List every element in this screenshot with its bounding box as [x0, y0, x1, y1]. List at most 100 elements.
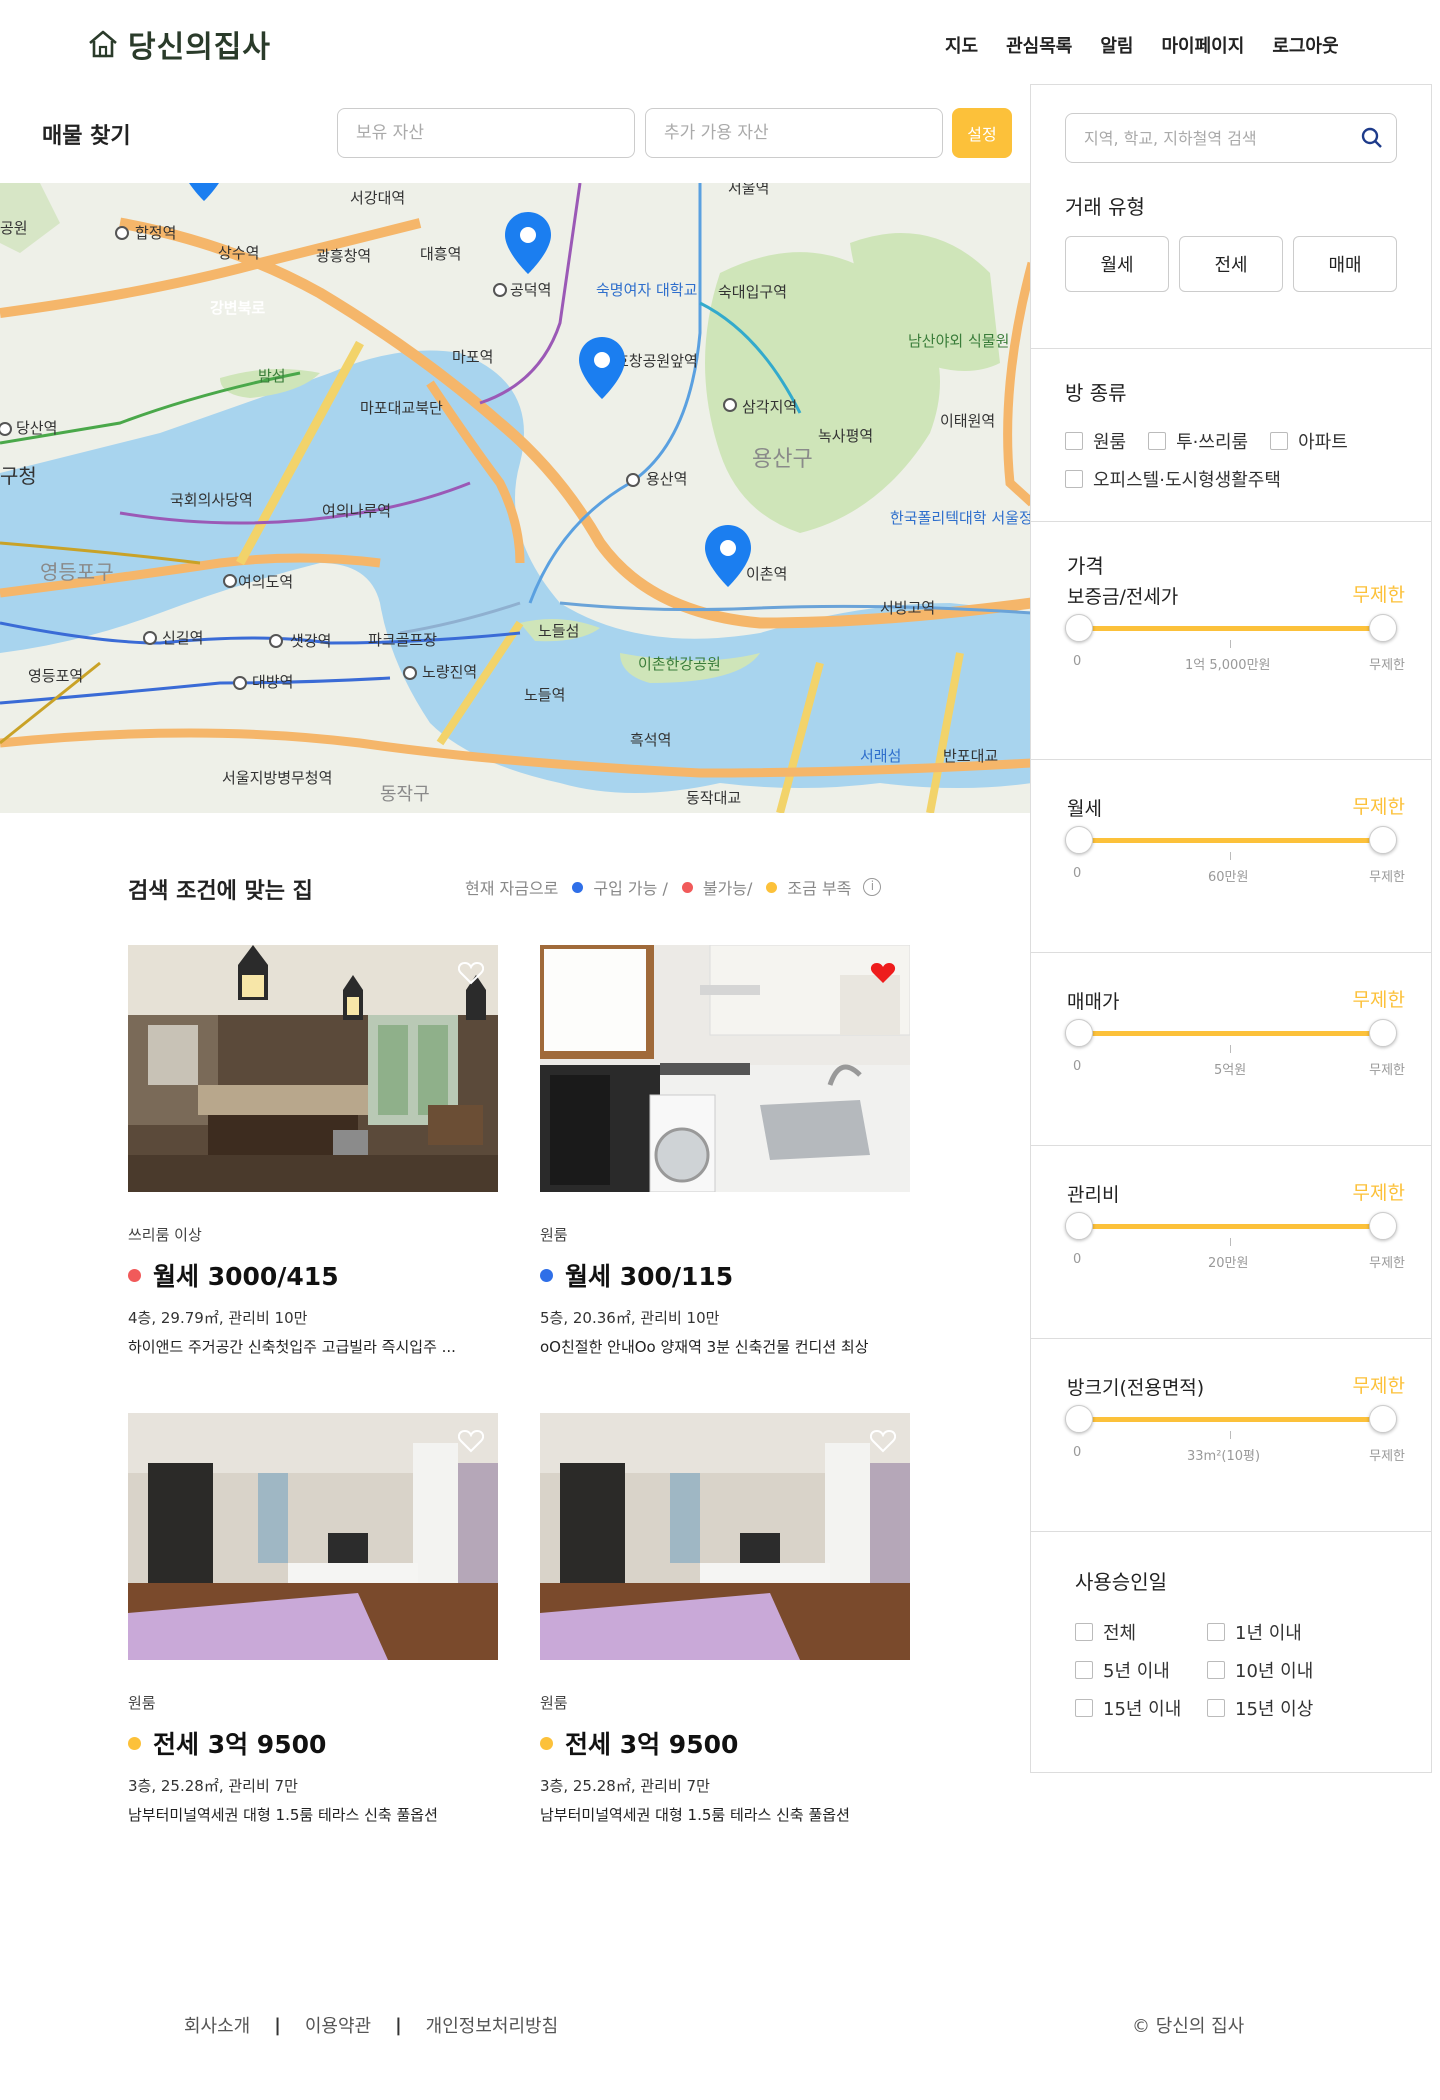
- legend-unavailable: 불가능/: [702, 879, 753, 898]
- legend-prefix: 현재 자금으로: [465, 879, 559, 898]
- home-icon: [86, 27, 120, 61]
- legend-dot-unavailable: [681, 881, 693, 893]
- checkbox-box[interactable]: [1065, 432, 1083, 450]
- footer-divider: |: [274, 2014, 281, 2036]
- listing-card[interactable]: 원룸 전세 3억 9500 3층, 25.28㎡, 관리비 7만 남부터미널역세…: [540, 1413, 910, 1825]
- sink-photo: [540, 945, 910, 1192]
- footer-divider: |: [395, 2014, 402, 2036]
- legend-dot-available: [572, 881, 584, 893]
- room-kind: 원룸: [128, 1694, 156, 1712]
- deal-type-label: 거래 유형: [1065, 195, 1145, 219]
- results-title: 검색 조건에 맞는 집: [128, 879, 313, 904]
- extra-asset-input[interactable]: [645, 108, 943, 158]
- region-search: [1065, 113, 1397, 163]
- nav-alerts[interactable]: 알림: [1100, 32, 1133, 58]
- room-spec: 3층, 25.28㎡, 관리비 7만: [128, 1777, 298, 1795]
- page-root: 당신의집사 지도 관심목록 알림 마이페이지 로그아웃 매물 찾기 설정: [0, 0, 1440, 2100]
- range-unlimited: 무제한: [1352, 584, 1405, 606]
- range-min-handle[interactable]: [1065, 1212, 1093, 1240]
- checkbox-box[interactable]: [1270, 432, 1289, 450]
- room-spec: 3층, 25.28㎡, 관리비 7만: [540, 1777, 710, 1795]
- checkbox-box[interactable]: [1207, 1623, 1225, 1641]
- own-asset-input[interactable]: [337, 108, 635, 158]
- range-max-handle[interactable]: [1369, 826, 1397, 854]
- like-heart-icon[interactable]: [870, 1429, 896, 1453]
- checkbox-approval-all[interactable]: 전체: [1075, 1619, 1207, 1645]
- room-type-options: 원룸 투·쓰리룸 아파트 오피스텔·도시형생활주택: [1065, 428, 1397, 492]
- checkbox-tworoom[interactable]: 투·쓰리룸: [1148, 428, 1248, 454]
- range-unlimited: 무제한: [1352, 1182, 1405, 1204]
- checkbox-box[interactable]: [1075, 1661, 1093, 1679]
- listing-card[interactable]: 쓰리룸 이상 월세 3000/415 4층, 29.79㎡, 관리비 10만 하…: [128, 945, 498, 1357]
- range-max-handle[interactable]: [1369, 1212, 1397, 1240]
- map-label-banpo: 반포대교: [943, 747, 998, 765]
- range-min-handle[interactable]: [1065, 1405, 1093, 1433]
- listing-card[interactable]: 원룸 전세 3억 9500 3층, 25.28㎡, 관리비 7만 남부터미널역세…: [128, 1413, 498, 1825]
- set-asset-button[interactable]: 설정: [952, 108, 1012, 158]
- listing-card[interactable]: 원룸 월세 300/115 5층, 20.36㎡, 관리비 10만 oO친절한 …: [540, 945, 910, 1357]
- checkbox-approval-10y[interactable]: 10년 이내: [1207, 1657, 1339, 1683]
- map-view[interactable]: 합정역 상수역 광흥창역 대흥역 서강대역 공덕역 마포역 숙명여자 대학교 숙…: [0, 183, 1032, 813]
- map-label-heukseok: 흑석역: [630, 731, 671, 749]
- checkbox-box[interactable]: [1075, 1623, 1093, 1641]
- deal-monthly-button[interactable]: 월세: [1065, 236, 1169, 292]
- room-spec: 5층, 20.36㎡, 관리비 10만: [540, 1309, 720, 1327]
- checkbox-oneroom[interactable]: 원룸: [1065, 428, 1126, 454]
- nav-favorites[interactable]: 관심목록: [1006, 32, 1072, 58]
- footer-terms-link[interactable]: 이용약관: [305, 2012, 371, 2038]
- range-track: [1079, 1031, 1383, 1036]
- map-label-saetgang: 샛강역: [290, 632, 331, 650]
- range-min-handle[interactable]: [1065, 1019, 1093, 1047]
- room-kind: 원룸: [540, 1694, 568, 1712]
- range-max-handle[interactable]: [1369, 1019, 1397, 1047]
- range-min-handle[interactable]: [1065, 826, 1093, 854]
- search-icon[interactable]: [1361, 127, 1383, 153]
- checkbox-label: 5년 이내: [1103, 1661, 1170, 1682]
- checkbox-label: 아파트: [1298, 432, 1348, 453]
- region-search-input[interactable]: [1065, 113, 1397, 163]
- range-min-handle[interactable]: [1065, 614, 1093, 642]
- footer-privacy-link[interactable]: 개인정보처리방침: [426, 2012, 558, 2038]
- checkbox-box[interactable]: [1065, 470, 1083, 488]
- nav-mypage[interactable]: 마이페이지: [1162, 32, 1245, 58]
- price: 월세 3000/415: [128, 1257, 498, 1293]
- bedroom-photo: [128, 1413, 498, 1660]
- room-kind: 쓰리룸 이상: [128, 1226, 202, 1244]
- checkbox-label: 투·쓰리룸: [1176, 432, 1249, 453]
- range-max-handle[interactable]: [1369, 614, 1397, 642]
- checkbox-approval-5y[interactable]: 5년 이내: [1075, 1657, 1207, 1683]
- like-heart-icon[interactable]: [458, 961, 484, 985]
- checkbox-box[interactable]: [1075, 1699, 1093, 1717]
- map-label-gukhoe: 국회의사당역: [170, 491, 253, 509]
- checkbox-approval-15y[interactable]: 15년 이내: [1075, 1695, 1207, 1721]
- map-label-nodeul: 노들역: [524, 686, 565, 704]
- checkbox-officetel[interactable]: 오피스텔·도시형생활주택: [1065, 466, 1281, 492]
- price-section: 가격 보증금/전세가 무제한 0 1억 5,000만원 무제한: [1031, 522, 1431, 760]
- range-deposit: 보증금/전세가 무제한 0 1억 5,000만원 무제한: [1031, 580, 1431, 690]
- map-label-polytech: 한국폴리텍대학 서울정수캠퍼스: [890, 509, 1032, 527]
- map-label-gu-office: 구청: [0, 464, 37, 488]
- checkbox-approval-15y-plus[interactable]: 15년 이상: [1207, 1695, 1339, 1721]
- deal-sale-button[interactable]: 매매: [1293, 236, 1397, 292]
- checkbox-box[interactable]: [1207, 1661, 1225, 1679]
- deal-jeonse-button[interactable]: 전세: [1179, 236, 1283, 292]
- checkbox-box[interactable]: [1148, 432, 1167, 450]
- deal-type-section: 거래 유형 월세 전세 매매: [1031, 113, 1431, 349]
- checkbox-apartment[interactable]: 아파트: [1270, 428, 1348, 454]
- info-icon[interactable]: i: [863, 878, 882, 896]
- footer-about-link[interactable]: 회사소개: [184, 2012, 250, 2038]
- room-spec: 4층, 29.79㎡, 관리비 10만: [128, 1309, 308, 1327]
- map-label-samgakji: 삼각지역: [742, 398, 797, 416]
- sale-price-section: 매매가 무제한 0 5억원 무제한: [1031, 953, 1431, 1146]
- like-heart-icon[interactable]: [870, 961, 896, 985]
- logo[interactable]: 당신의집사: [86, 22, 271, 66]
- status-legend: 현재 자금으로 구입 가능 / 불가능/ 조금 부족 i: [465, 875, 882, 899]
- like-heart-icon[interactable]: [458, 1429, 484, 1453]
- checkbox-approval-1y[interactable]: 1년 이내: [1207, 1619, 1339, 1645]
- range-max-handle[interactable]: [1369, 1405, 1397, 1433]
- approval-options: 전체 1년 이내 5년 이내 10년 이내 15년 이내 15년 이상: [1075, 1619, 1391, 1721]
- map-label-park-golf: 파크골프장: [368, 631, 437, 649]
- nav-logout[interactable]: 로그아웃: [1272, 32, 1338, 58]
- nav-map[interactable]: 지도: [945, 32, 978, 58]
- checkbox-box[interactable]: [1207, 1699, 1225, 1717]
